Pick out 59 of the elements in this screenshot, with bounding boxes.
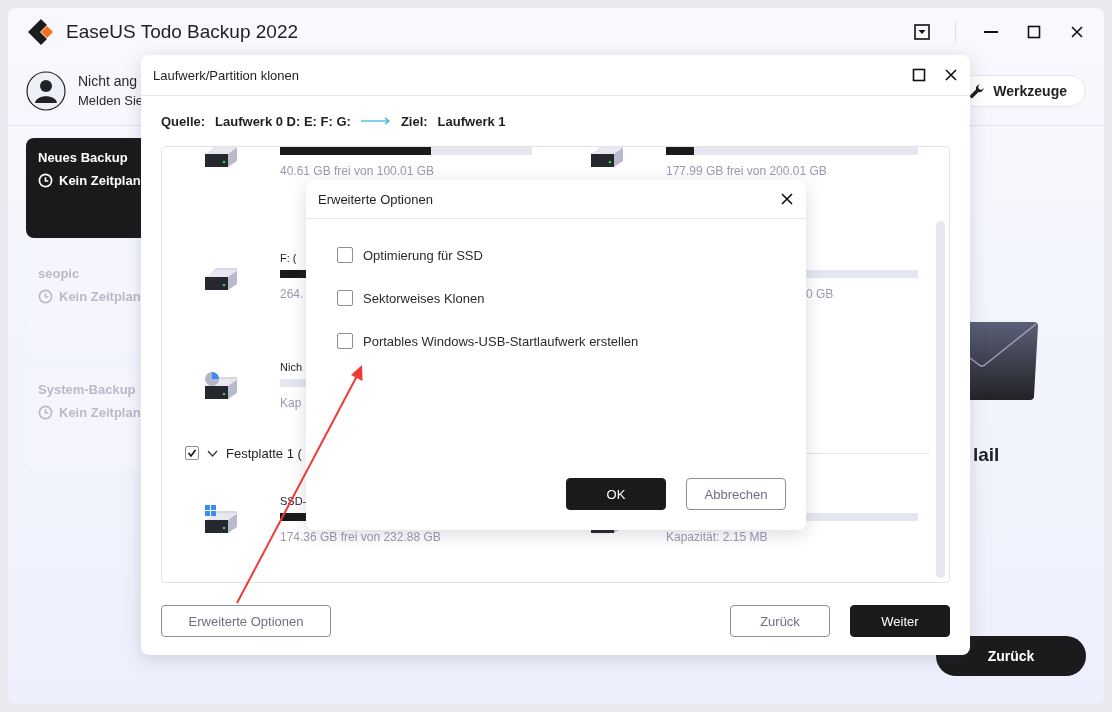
target-value: Laufwerk 1 (437, 113, 506, 129)
maximize-icon (1026, 24, 1042, 40)
app-title: EaseUS Todo Backup 2022 (66, 21, 299, 43)
clock-icon (38, 405, 53, 420)
cancel-button[interactable]: Abbrechen (686, 478, 786, 510)
disk-checkbox[interactable] (185, 446, 199, 460)
dropdown-icon (914, 24, 930, 40)
backup-name: Neues Backup (38, 150, 129, 165)
target-label: Ziel: (400, 113, 428, 129)
next-button[interactable]: Weiter (850, 605, 950, 637)
source-label: Quelle: (161, 113, 206, 129)
partition-info: Kap (280, 396, 302, 410)
schedule-label: Kein Zeitplan (59, 405, 141, 420)
close-icon (780, 192, 794, 206)
back-button[interactable]: Zurück (730, 605, 830, 637)
option-checkbox[interactable] (337, 290, 353, 306)
avatar-icon (26, 70, 66, 111)
dialog-title: Laufwerk/Partition klonen (153, 67, 299, 83)
arrow-icon (360, 117, 391, 125)
option-label: Portables Windows-USB-Startlaufwerk erstellen (363, 333, 639, 349)
wrench-icon (969, 82, 986, 99)
schedule-label: Kein Zeitplan (59, 173, 141, 188)
partition-info: 174.36 GB frei von 232.88 GB (280, 530, 441, 544)
clock-icon (38, 289, 53, 304)
option-label: Optimierung für SSD (363, 247, 483, 263)
clock-icon (38, 173, 53, 188)
drive-pie-icon (204, 370, 238, 402)
account-status: Nicht ang (78, 73, 139, 89)
advanced-options-button[interactable]: Erweiterte Optionen (161, 605, 331, 637)
ok-button[interactable]: OK (566, 478, 666, 510)
option-label: Sektorweises Klonen (363, 290, 485, 306)
partition-info: 40.61 GB frei von 100.01 GB (280, 164, 435, 178)
close-icon (1069, 24, 1085, 40)
minimize-icon (984, 31, 998, 33)
option-checkbox[interactable] (337, 333, 353, 349)
close-button[interactable] (944, 68, 958, 82)
backup-name: System-Backup (38, 382, 137, 397)
partition-info: 177.99 GB frei von 200.01 GB (666, 164, 827, 178)
close-icon (944, 68, 958, 82)
option-checkbox[interactable] (337, 247, 353, 263)
partition-info: 0 GB (806, 287, 834, 301)
schedule-label: Kein Zeitplan (59, 289, 141, 304)
partition-info: 264. (280, 287, 304, 301)
chevron-icon[interactable] (207, 449, 218, 457)
dialog-title: Erweiterte Optionen (318, 191, 433, 207)
system-drive-icon (204, 504, 238, 536)
maximize-icon (912, 68, 926, 82)
partition-name: Nich (280, 360, 302, 375)
maximize-button[interactable] (912, 68, 926, 82)
source-value: Laufwerk 0 D: E: F: G: (215, 113, 351, 129)
close-button[interactable] (780, 192, 794, 206)
partition-info: Kapazität: 2.15 MB (666, 530, 768, 544)
dropdown-button[interactable] (911, 21, 933, 43)
partition-name: F: ( (280, 251, 297, 266)
tile-label: lail (973, 444, 1001, 466)
app-logo (26, 17, 56, 47)
disk-label: Festplatte 1 ( (226, 445, 302, 461)
scrollbar[interactable] (936, 221, 945, 578)
backup-name: seopic (38, 266, 81, 281)
